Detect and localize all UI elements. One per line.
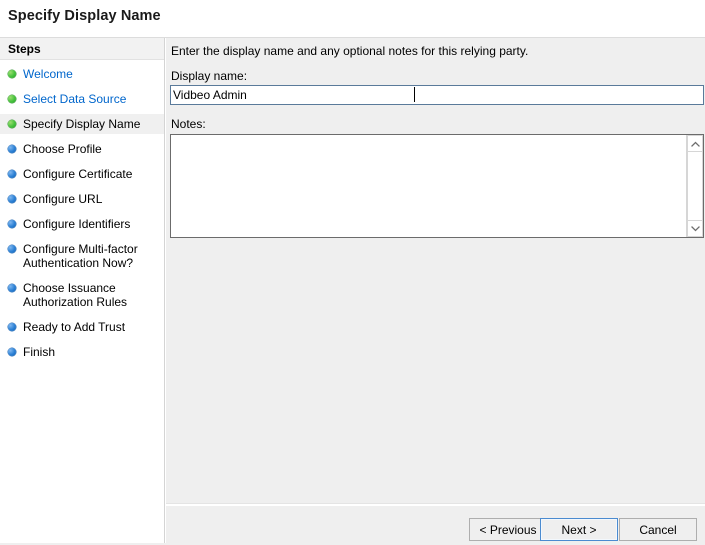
sidebar-step-item: Finish <box>0 342 164 362</box>
sidebar-step-label: Choose Profile <box>23 142 102 156</box>
sidebar-step-label: Configure Multi-factor Authentication No… <box>23 242 138 270</box>
sidebar-step-label: Configure URL <box>23 192 103 206</box>
sidebar-step-item: Ready to Add Trust <box>0 317 164 337</box>
sidebar-step-label: Finish <box>23 345 56 359</box>
previous-button[interactable]: < Previous <box>469 518 547 541</box>
sidebar-step-label[interactable]: Welcome <box>23 67 73 81</box>
sidebar-step-item: Choose Issuance Authorization Rules <box>0 278 164 312</box>
steps-sidebar: Steps Welcome Select Data Source Specify D… <box>0 38 165 545</box>
sidebar-step-label: Configure Certificate <box>23 167 133 181</box>
step-pending-icon <box>8 145 16 153</box>
step-pending-icon <box>8 195 16 203</box>
wizard-dialog: Specify Display Name Steps Welcome Select… <box>0 0 705 545</box>
sidebar-step-label: Configure Identifiers <box>23 217 131 231</box>
sidebar-step-item: Configure Identifiers <box>0 214 164 234</box>
display-name-input[interactable] <box>170 85 704 105</box>
sidebar-step-item: Choose Profile <box>0 139 164 159</box>
sidebar-step-item: Configure URL <box>0 189 164 209</box>
sidebar-step-item: Configure Multi-factor Authentication No… <box>0 239 164 273</box>
footer-bar: < Previous Next > Cancel <box>166 505 705 545</box>
notes-field-wrapper <box>170 134 704 238</box>
page-title: Specify Display Name <box>8 8 161 24</box>
sidebar-step-label: Choose Issuance Authorization Rules <box>23 281 128 309</box>
display-name-label: Display name: <box>171 69 248 83</box>
step-pending-icon <box>8 220 16 228</box>
footer-separator <box>166 503 705 504</box>
chevron-down-icon[interactable] <box>687 220 703 237</box>
steps-list: Welcome Select Data Source Specify Display… <box>0 64 164 367</box>
step-pending-icon <box>8 170 16 178</box>
step-pending-icon <box>8 348 16 356</box>
steps-header-label: Steps <box>8 42 41 56</box>
step-complete-icon <box>8 70 16 78</box>
text-caret <box>414 87 415 102</box>
step-pending-icon <box>8 245 16 253</box>
main-panel: Enter the display name and any optional … <box>166 38 705 503</box>
sidebar-step-label: Ready to Add Trust <box>23 320 126 334</box>
step-pending-icon <box>8 284 16 292</box>
sidebar-step-item: Configure Certificate <box>0 164 164 184</box>
step-complete-icon <box>8 95 16 103</box>
sidebar-step-item[interactable]: Select Data Source <box>0 89 164 109</box>
scrollbar-track[interactable] <box>687 152 703 220</box>
cancel-button[interactable]: Cancel <box>619 518 697 541</box>
sidebar-step-item: Specify Display Name <box>0 114 164 134</box>
next-button[interactable]: Next > <box>540 518 618 541</box>
sidebar-step-label: Specify Display Name <box>23 117 141 131</box>
title-bar: Specify Display Name <box>0 0 705 38</box>
notes-label: Notes: <box>171 117 206 131</box>
sidebar-step-label[interactable]: Select Data Source <box>23 92 126 106</box>
chevron-up-icon[interactable] <box>687 135 703 152</box>
notes-input[interactable] <box>171 135 686 237</box>
intro-text: Enter the display name and any optional … <box>171 44 529 58</box>
sidebar-step-item[interactable]: Welcome <box>0 64 164 84</box>
steps-header: Steps <box>0 38 164 60</box>
notes-scrollbar[interactable] <box>686 135 703 237</box>
step-pending-icon <box>8 323 16 331</box>
step-complete-icon <box>8 120 16 128</box>
